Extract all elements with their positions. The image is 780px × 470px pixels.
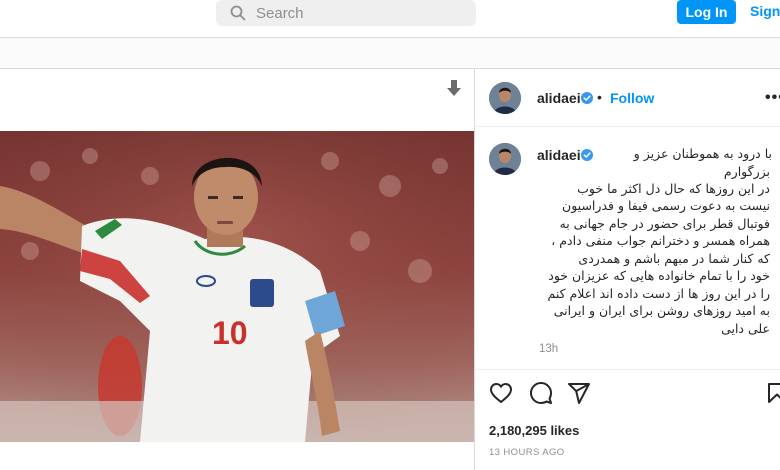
post-sidebar: alidaei • Follow ••• alidaei با درود به … bbox=[475, 69, 780, 470]
download-icon[interactable] bbox=[446, 80, 462, 98]
caption-avatar[interactable] bbox=[489, 143, 521, 175]
comment-icon[interactable] bbox=[529, 381, 553, 405]
caption-timestamp[interactable]: 13h bbox=[539, 343, 558, 355]
send-icon[interactable] bbox=[567, 381, 591, 405]
caption-line: خود را با تمام خانواده هایی که عزیزان خو… bbox=[548, 268, 770, 283]
search-icon bbox=[230, 5, 246, 21]
caption-line: بزرگوارم bbox=[723, 164, 770, 179]
avatar[interactable] bbox=[489, 82, 521, 114]
post-card: 10 alidaei • Follow ••• bbox=[0, 68, 780, 470]
separator-dot: • bbox=[597, 89, 602, 105]
likes-count[interactable]: 2,180,295 likes bbox=[489, 423, 579, 438]
caption-line: نیست به دعوت رسمی فیفا و فدراسیون bbox=[562, 198, 770, 213]
follow-button[interactable]: Follow bbox=[610, 90, 654, 106]
post-media-area: 10 bbox=[0, 69, 474, 470]
actions-divider bbox=[475, 369, 780, 370]
heart-icon[interactable] bbox=[489, 381, 513, 405]
caption-verified-badge-icon bbox=[581, 149, 593, 161]
log-in-button[interactable]: Log In bbox=[677, 0, 736, 24]
post-header: alidaei • Follow ••• bbox=[475, 69, 780, 127]
caption-username[interactable]: alidaei bbox=[537, 147, 581, 163]
post-username[interactable]: alidaei bbox=[537, 90, 581, 106]
post-photo-image: 10 bbox=[0, 131, 474, 442]
avatar-image bbox=[489, 82, 521, 114]
search-box[interactable]: Search bbox=[216, 0, 476, 26]
caption-avatar-image bbox=[489, 143, 521, 175]
caption-line: همراه همسر و دخترانم جواب منفی دادم ، bbox=[551, 233, 770, 248]
search-placeholder: Search bbox=[256, 4, 304, 22]
caption-line: در این روزها که حال دل اکثر ما خوب bbox=[577, 181, 770, 196]
caption-line: به امید روزهای روشن برای ایران و ایرانی bbox=[553, 303, 770, 318]
more-options-button[interactable]: ••• bbox=[765, 89, 780, 107]
caption-line: که کنار شما در مبهم باشم و همدردی bbox=[578, 251, 770, 266]
caption-line: علی دایی bbox=[721, 321, 770, 336]
sign-up-link[interactable]: Sign bbox=[750, 3, 780, 19]
caption-line: با درود به هموطنان عزیز و bbox=[633, 146, 772, 161]
bookmark-icon[interactable] bbox=[765, 381, 780, 405]
post-photo[interactable]: 10 bbox=[0, 131, 474, 442]
verified-badge-icon bbox=[581, 92, 593, 104]
top-navigation-bar: Search Log In Sign bbox=[0, 0, 780, 38]
caption-line: را در این روز ها از دست داده اند اعلام ک… bbox=[547, 286, 771, 301]
post-time-ago[interactable]: 13 HOURS AGO bbox=[489, 447, 565, 458]
jersey-number: 10 bbox=[212, 315, 248, 351]
caption-line: فوتبال قطر برای حضور در جام جهانی به bbox=[559, 216, 770, 231]
